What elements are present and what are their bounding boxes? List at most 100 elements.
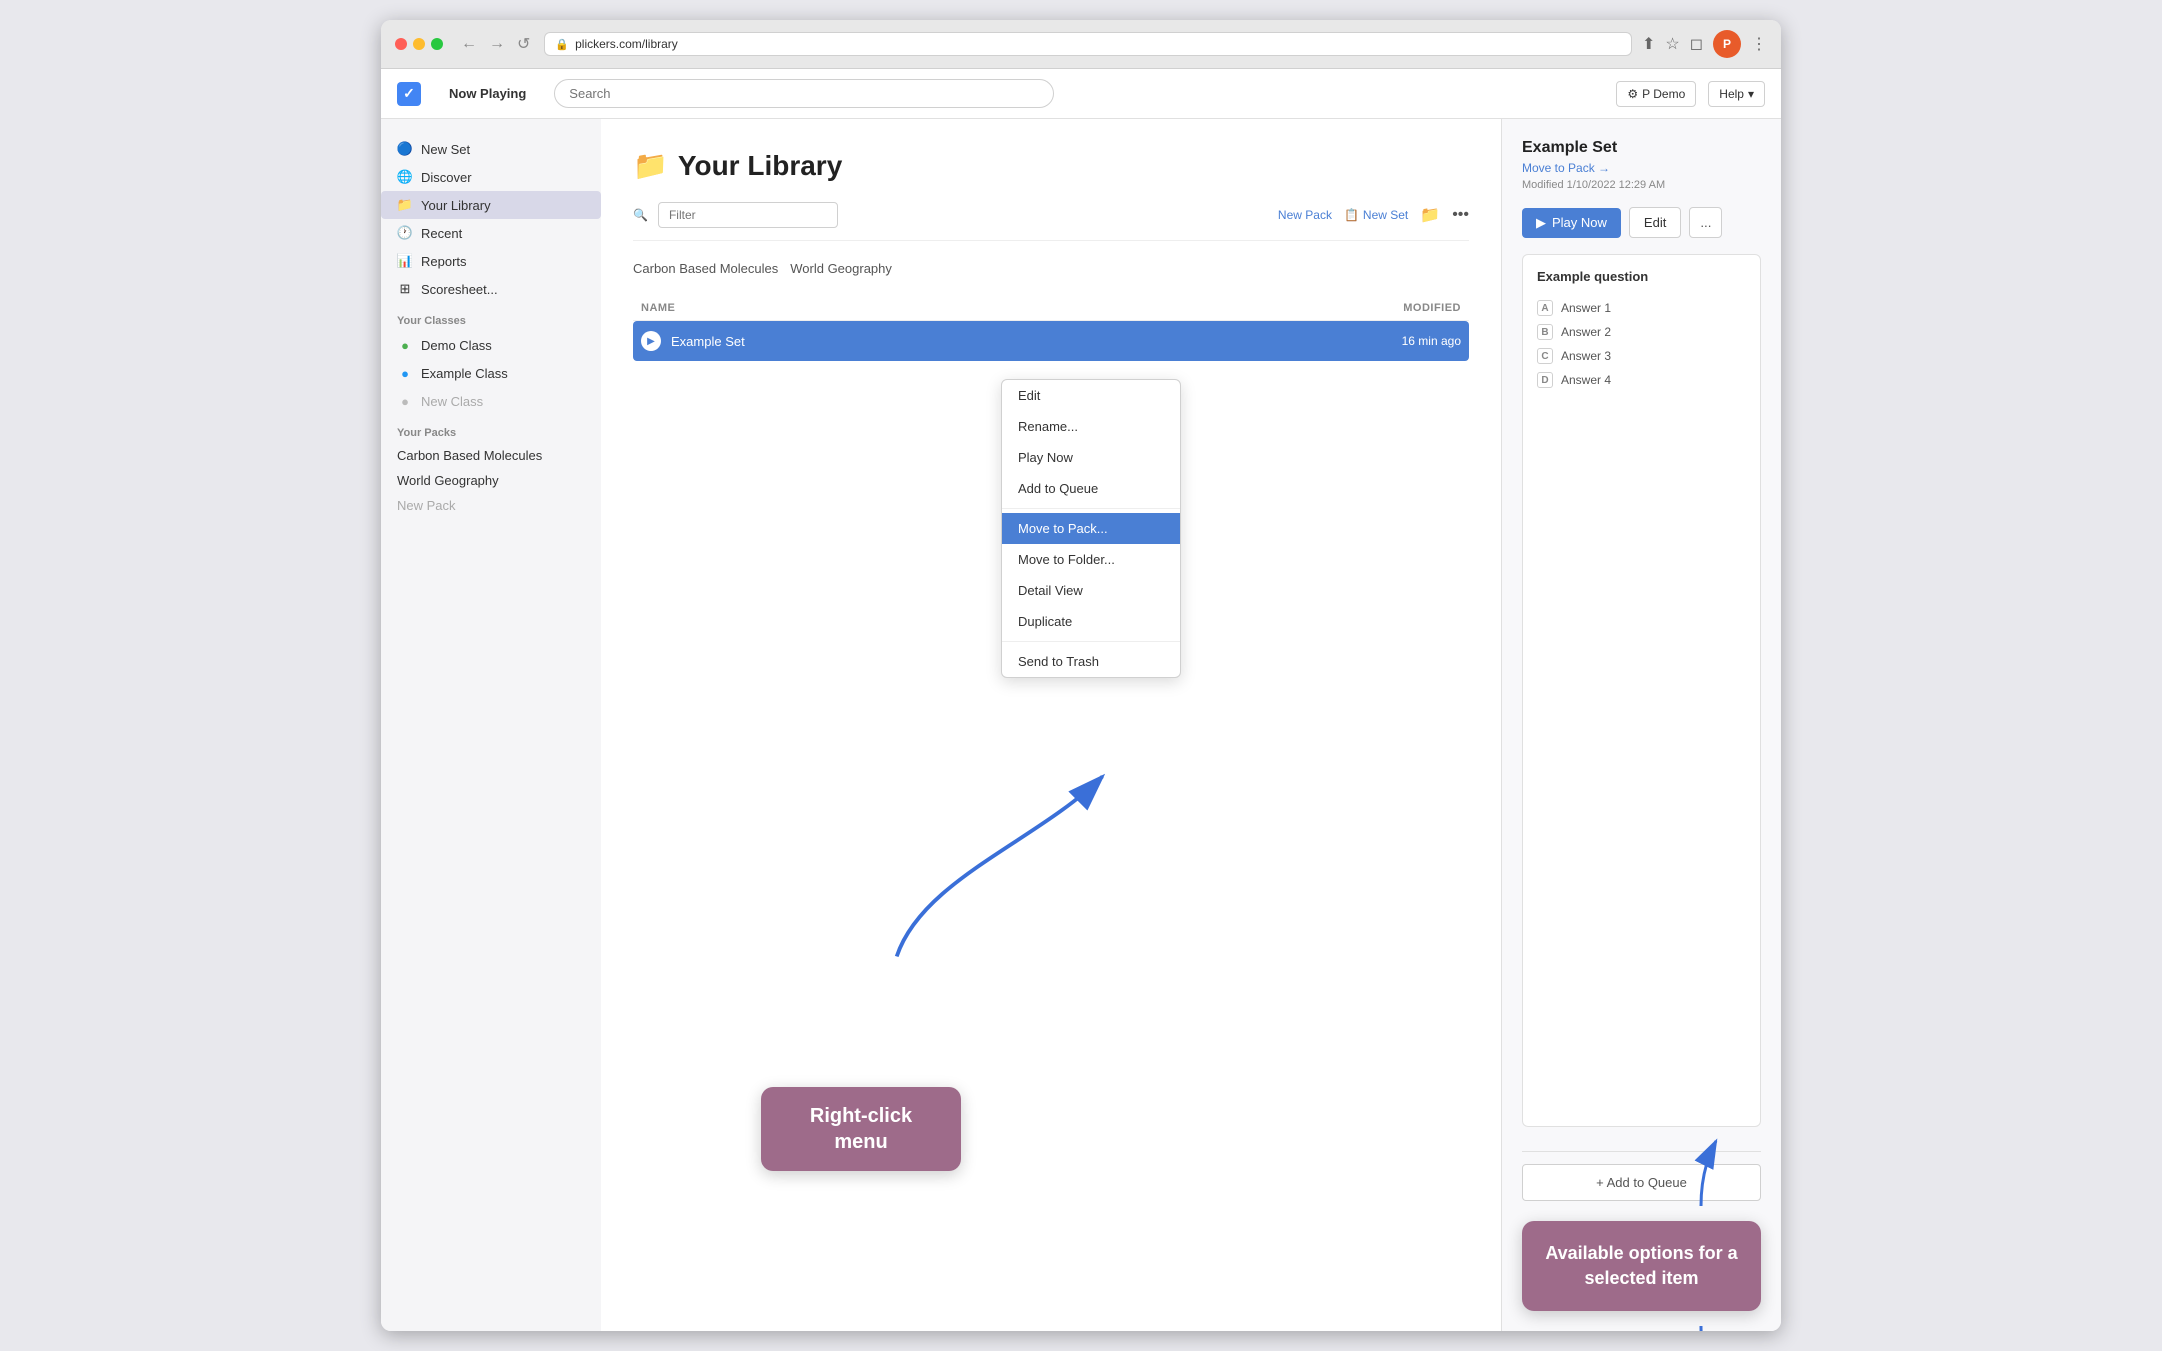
header-name: NAME — [641, 302, 1341, 314]
answer-option-d: D Answer 4 — [1537, 372, 1746, 388]
bookmark-button[interactable]: ☆ — [1665, 34, 1679, 54]
sidebar-item-reports[interactable]: 📊 Reports — [381, 247, 601, 275]
new-set-external-icon: 📋 — [1344, 208, 1359, 222]
new-set-button[interactable]: 📋 New Set — [1344, 208, 1408, 222]
context-menu-play-now[interactable]: Play Now — [1002, 442, 1180, 473]
pack-tab-world-geography[interactable]: World Geography — [790, 257, 892, 280]
library-icon: 📁 — [397, 197, 413, 213]
maximize-traffic-light[interactable] — [431, 38, 443, 50]
back-button[interactable]: ← — [457, 32, 481, 56]
gear-icon: ⚙ — [1627, 87, 1638, 101]
annotation-area: Available options for a selected item — [1522, 1221, 1761, 1311]
filter-input[interactable] — [658, 202, 838, 228]
sidebar-item-new-set[interactable]: 🔵 New Set — [381, 135, 601, 163]
sidebar-item-demo-class[interactable]: ● Demo Class — [381, 331, 601, 359]
sidebar-new-class-label: New Class — [421, 394, 483, 409]
address-bar[interactable]: 🔒 plickers.com/library — [544, 32, 1632, 56]
question-card: Example question A Answer 1 B Answer 2 C… — [1522, 254, 1761, 1127]
answer-text-a: Answer 1 — [1561, 301, 1611, 315]
share-button[interactable]: ⬆ — [1642, 34, 1655, 54]
annotation-right-click: Right-click menu — [761, 1087, 961, 1171]
answer-letter-c: C — [1537, 348, 1553, 364]
play-icon: ▶ — [1536, 215, 1546, 231]
new-set-icon: 🔵 — [397, 141, 413, 157]
panel-modified-label: Modified 1/10/2022 12:29 AM — [1522, 179, 1761, 191]
row-play-icon: ▶ — [641, 331, 661, 351]
panel-actions: ▶ Play Now Edit ... — [1522, 207, 1761, 238]
app-toolbar: ✓ Now Playing ⚙ P Demo Help ▾ — [381, 69, 1781, 119]
header-modified: MODIFIED — [1341, 302, 1461, 314]
context-menu-edit[interactable]: Edit — [1002, 380, 1180, 411]
folder-button[interactable]: 📁 — [1420, 205, 1440, 225]
app-logo: ✓ — [397, 82, 421, 106]
right-panel: Example Set Move to Pack → Modified 1/10… — [1501, 119, 1781, 1331]
context-menu: Edit Rename... Play Now Add to Queue Mov… — [1001, 379, 1181, 678]
answer-letter-b: B — [1537, 324, 1553, 340]
sidebar-library-label: Your Library — [421, 198, 491, 213]
help-button[interactable]: Help ▾ — [1708, 81, 1765, 107]
context-menu-detail-view[interactable]: Detail View — [1002, 575, 1180, 606]
question-title: Example question — [1537, 269, 1746, 284]
sidebar: 🔵 New Set 🌐 Discover 📁 Your Library 🕐 Re… — [381, 119, 601, 1331]
extensions-button[interactable]: ◻ — [1690, 34, 1703, 54]
answer-text-c: Answer 3 — [1561, 349, 1611, 363]
demo-class-icon: ● — [397, 337, 413, 353]
annotation-arrow-up — [1671, 1131, 1731, 1211]
table-row[interactable]: ▶ Example Set 16 min ago — [633, 321, 1469, 361]
sidebar-item-recent[interactable]: 🕐 Recent — [381, 219, 601, 247]
context-menu-move-to-pack[interactable]: Move to Pack... — [1002, 513, 1180, 544]
settings-button[interactable]: ⚙ P Demo — [1616, 81, 1696, 107]
sidebar-new-set-label: New Set — [421, 142, 470, 157]
close-traffic-light[interactable] — [395, 38, 407, 50]
sidebar-item-discover[interactable]: 🌐 Discover — [381, 163, 601, 191]
now-playing-button[interactable]: Now Playing — [437, 80, 538, 107]
panel-move-to-pack-link[interactable]: Move to Pack → — [1522, 161, 1761, 175]
context-menu-move-to-folder[interactable]: Move to Folder... — [1002, 544, 1180, 575]
context-menu-duplicate[interactable]: Duplicate — [1002, 606, 1180, 637]
new-pack-button[interactable]: New Pack — [1278, 208, 1332, 222]
new-set-label: New Set — [1363, 208, 1408, 222]
sidebar-discover-label: Discover — [421, 170, 472, 185]
chrome-user-avatar[interactable]: P — [1713, 30, 1741, 58]
table-header: NAME MODIFIED — [633, 296, 1469, 321]
annotation-arrow-down — [1671, 1321, 1731, 1331]
user-label: P Demo — [1642, 87, 1685, 101]
sidebar-item-example-class[interactable]: ● Example Class — [381, 359, 601, 387]
context-menu-add-to-queue[interactable]: Add to Queue — [1002, 473, 1180, 504]
sidebar-pack-carbon[interactable]: Carbon Based Molecules — [381, 443, 601, 468]
recent-icon: 🕐 — [397, 225, 413, 241]
browser-window: ← → ↺ 🔒 plickers.com/library ⬆ ☆ ◻ P ⋮ ✓… — [381, 20, 1781, 1331]
sidebar-item-your-library[interactable]: 📁 Your Library — [381, 191, 601, 219]
annotation-available-text: Available options for a selected item — [1545, 1243, 1737, 1288]
sidebar-recent-label: Recent — [421, 226, 462, 241]
context-menu-rename[interactable]: Rename... — [1002, 411, 1180, 442]
context-menu-send-to-trash[interactable]: Send to Trash — [1002, 646, 1180, 677]
sidebar-item-new-class[interactable]: ● New Class — [381, 387, 601, 415]
library-folder-icon: 📁 — [633, 149, 668, 182]
items-table: NAME MODIFIED ▶ Example Set 16 min ago — [633, 296, 1469, 361]
search-input[interactable] — [554, 79, 1054, 108]
panel-more-button[interactable]: ... — [1689, 207, 1722, 238]
nav-buttons: ← → ↺ — [457, 32, 534, 56]
browser-actions: ⬆ ☆ ◻ P ⋮ — [1642, 30, 1767, 58]
play-now-label: Play Now — [1552, 215, 1607, 230]
pack-tab-carbon[interactable]: Carbon Based Molecules — [633, 257, 778, 280]
forward-button[interactable]: → — [485, 32, 509, 56]
context-menu-divider-2 — [1002, 641, 1180, 642]
url-text: plickers.com/library — [575, 37, 678, 51]
panel-edit-button[interactable]: Edit — [1629, 207, 1681, 238]
more-options-button[interactable]: ••• — [1452, 206, 1469, 224]
sidebar-item-scoresheet[interactable]: ⊞ Scoresheet... — [381, 275, 601, 303]
pack-tabs: Carbon Based Molecules World Geography — [633, 257, 1469, 280]
minimize-traffic-light[interactable] — [413, 38, 425, 50]
sidebar-demo-class-label: Demo Class — [421, 338, 492, 353]
sidebar-pack-world-geography[interactable]: World Geography — [381, 468, 601, 493]
browser-titlebar: ← → ↺ 🔒 plickers.com/library ⬆ ☆ ◻ P ⋮ — [381, 20, 1781, 69]
chrome-menu-button[interactable]: ⋮ — [1751, 34, 1767, 54]
toolbar-right: ⚙ P Demo Help ▾ — [1616, 81, 1765, 107]
reports-icon: 📊 — [397, 253, 413, 269]
sidebar-pack-new[interactable]: New Pack — [381, 493, 601, 518]
panel-play-now-button[interactable]: ▶ Play Now — [1522, 208, 1621, 238]
app-body: 🔵 New Set 🌐 Discover 📁 Your Library 🕐 Re… — [381, 119, 1781, 1331]
refresh-button[interactable]: ↺ — [513, 32, 534, 56]
